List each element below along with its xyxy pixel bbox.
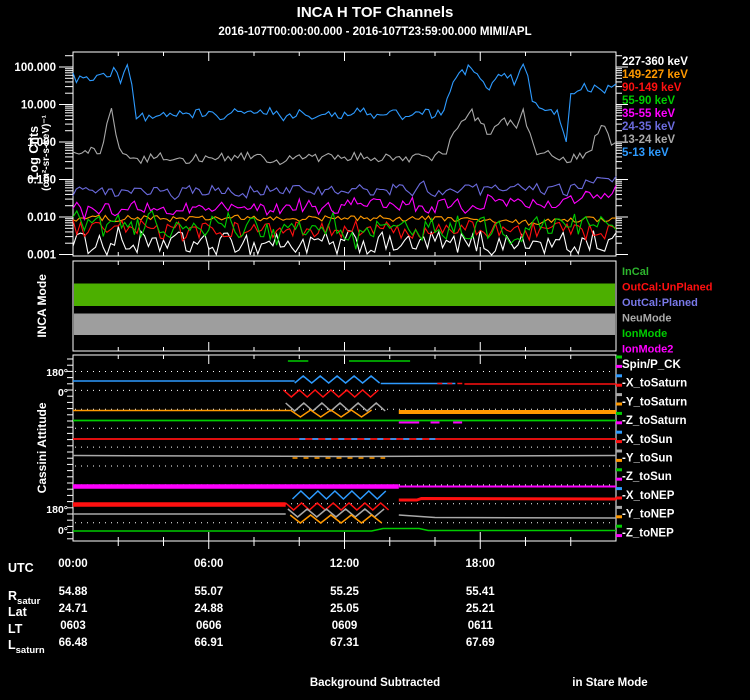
legend-entry-XtoSun: -X_toSun: [622, 434, 672, 446]
panel1-ytick-label: 100.000: [14, 62, 56, 74]
panel1-ytick-label: 10.000: [21, 100, 56, 112]
attitude-zigzag: [285, 401, 386, 413]
panel1-ytick-label: 0.001: [27, 250, 56, 262]
legend-entry-XtoNEP: -X_toNEP: [622, 490, 675, 502]
legend-entry-90-149keV: 90-149 keV: [622, 82, 682, 94]
ephemeris-value: 66.91: [194, 637, 224, 649]
legend-entry-13-24keV: 13-24 keV: [622, 134, 675, 146]
legend-entry-InCal: InCal: [622, 266, 649, 278]
panel3-ytick-label: 0°: [58, 525, 68, 537]
ephemeris-value: 25.21: [465, 603, 495, 615]
legend-entry-YtoNEP: -Y_toNEP: [622, 509, 675, 521]
attitude-segment: [73, 527, 616, 532]
ephemeris-value: 24.88: [194, 603, 224, 615]
attitude-zigzag: [294, 375, 381, 384]
utc-tick-label: 06:00: [194, 558, 223, 570]
ephemeris-value: 66.48: [58, 637, 88, 649]
legend-entry-ZtoSun: -Z_toSun: [622, 471, 672, 483]
legend-entry-24-35keV: 24-35 keV: [622, 121, 675, 133]
mode-bar-NeuMode: [74, 313, 615, 335]
legend-entry-ZtoSaturn: -Z_toSaturn: [622, 415, 687, 427]
ephemeris-value: 67.69: [465, 637, 495, 649]
attitude-zigzag: [291, 489, 387, 501]
series-5-13keV: [72, 62, 617, 143]
utc-tick-label: 00:00: [58, 558, 87, 570]
legend-entry-YtoSaturn: -Y_toSaturn: [622, 396, 687, 408]
utc-tick-label: 18:00: [466, 558, 495, 570]
series-24-35keV: [72, 175, 617, 201]
ephemeris-value: 55.25: [330, 586, 359, 598]
legend-entry-35-55keV: 35-55 keV: [622, 108, 675, 120]
row-label-main: Lat: [8, 605, 27, 619]
legend-entry-SpinPCK: Spin/P_CK: [622, 359, 681, 371]
ephemeris-value: 55.41: [465, 586, 495, 598]
mode-bar-IonMode: [74, 283, 615, 306]
ephemeris-value: 0603: [60, 620, 86, 632]
panel3-ytick-label: 180°: [46, 504, 68, 516]
legend-entry-XtoSaturn: -X_toSaturn: [622, 378, 687, 390]
panel3-ytick-label: 0°: [58, 387, 68, 399]
legend-entry-OutCalUnPlaned: OutCal:UnPlaned: [622, 282, 712, 294]
attitude-segment: [398, 496, 617, 502]
utc-tick-label: 12:00: [330, 558, 359, 570]
ephemeris-value: 67.31: [330, 637, 359, 649]
row-label-main: LT: [8, 622, 23, 636]
ephemeris-value: 54.88: [58, 586, 88, 598]
row-label-main: L: [8, 638, 16, 652]
legend-entry-IonMode: IonMode: [622, 328, 667, 340]
legend-entry-55-90keV: 55-90 keV: [622, 95, 675, 107]
ephemeris-value: 25.05: [330, 603, 359, 615]
legend-entry-5-13keV: 5-13 keV: [622, 147, 669, 159]
legend-entry-IonMode2: IonMode2: [622, 344, 673, 356]
panel1-ytick-label: 1.000: [27, 137, 56, 149]
attitude-zigzag: [285, 501, 390, 512]
ephemeris-value: 0609: [331, 620, 358, 632]
footer-stare-mode: in Stare Mode: [572, 677, 648, 689]
ephemeris-value: 55.07: [194, 586, 224, 598]
attitude-segment: [72, 454, 617, 458]
ephemeris-row-label-Lat: Lat: [8, 605, 27, 619]
legend-entry-ZtoNEP: -Z_toNEP: [622, 527, 674, 539]
series-13-24keV: [72, 107, 617, 166]
plot-window: INCA H TOF Channels 2016-107T00:00:00.00…: [0, 0, 750, 700]
legend-entry-NeuMode: NeuMode: [622, 313, 672, 325]
series-35-55keV: [72, 185, 617, 222]
ephemeris-value: 0611: [467, 620, 493, 632]
legend-entry-227-360keV: 227-360 keV: [622, 56, 688, 68]
ephemeris-value: 24.71: [58, 603, 88, 615]
utc-axis-label: UTC: [8, 561, 34, 575]
legend-entry-149-227keV: 149-227 keV: [622, 69, 688, 81]
panel1-ytick-label: 0.010: [27, 212, 56, 224]
footer-background-subtracted: Background Subtracted: [309, 677, 441, 689]
legend-entry-OutCalPlaned: OutCal:Planed: [622, 297, 698, 309]
ephemeris-value: 0606: [195, 620, 222, 632]
legend-entry-YtoSun: -Y_toSun: [622, 453, 672, 465]
ephemeris-row-label-LT: LT: [8, 622, 22, 636]
row-label-main: R: [8, 589, 18, 603]
attitude-segment: [398, 514, 617, 519]
panel3-ytick-label: 180°: [46, 367, 68, 379]
attitude-zigzag: [282, 388, 379, 399]
panel1-ytick-label: 0.100: [27, 175, 56, 187]
